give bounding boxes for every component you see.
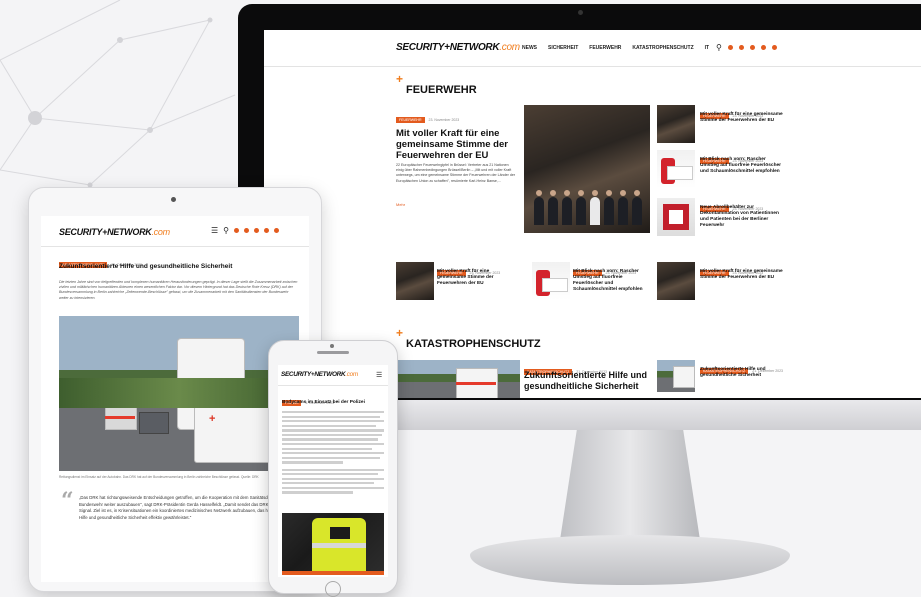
side-article-title-1[interactable]: Mit voller Kraft für eine gemeinsame Sti… [700,112,784,124]
social-icon-1[interactable] [727,45,733,50]
row-article-title-1[interactable]: Mit voller Kraft für eine gemeinsame Sti… [437,269,515,287]
kat-lead-photo[interactable] [396,360,520,398]
social-icon-3[interactable] [254,228,260,233]
tablet-article-photo: + [59,316,299,471]
lead-article-text: 22 Europäischer Feuerwehrgipfel in Brüss… [396,163,516,183]
tablet-article-title: Zukunftsorientierte Hilfe und gesundheit… [59,263,233,270]
lead-meta: FEUERWEHR 23. November 2023 [396,108,459,126]
logo-security: SECURITY [281,371,311,378]
desktop-tools: ⚲ [716,43,777,52]
social-icon-5[interactable] [274,228,280,233]
category-badge[interactable]: FEUERWEHR [396,117,425,123]
logo-tld: .com [499,42,520,53]
tablet-article-quote: „Das DRK hat richtungsweisende Entscheid… [79,495,291,520]
nav-feuerwehr[interactable]: FEUERWEHR [589,45,621,51]
kat-side-thumb[interactable] [657,360,695,392]
side-thumb-3[interactable] [657,198,695,236]
monitor-camera [578,10,583,15]
section-title-katastrophenschutz: KATASTROPHENSCHUTZ [406,338,541,350]
social-icon-4[interactable] [760,45,766,50]
row-thumb-2[interactable] [532,262,570,300]
phone-article-body [282,411,384,496]
side-thumb-2[interactable] [657,150,695,188]
tablet-logo[interactable]: SECURITY+NETWORK.com [59,227,170,237]
phone-header: SECURITY+NETWORK.com ☰ [278,365,388,386]
logo-security: SECURITY [59,227,103,237]
desktop-header: SECURITY+NETWORK.com NEWS SICHERHEIT FEU… [264,30,921,67]
smartphone-device: SECURITY+NETWORK.com ☰ POLIZEI 4. Dezembe… [268,340,398,597]
social-icon-1[interactable] [234,228,240,233]
phone-speaker [317,351,349,354]
phone-screen: SECURITY+NETWORK.com ☰ POLIZEI 4. Dezembe… [278,365,388,577]
logo-security: SECURITY [396,42,445,53]
kat-side-title[interactable]: Zukunftsorientierte Hilfe und gesundheit… [700,367,784,379]
phone-logo[interactable]: SECURITY+NETWORK.com [281,371,358,378]
nav-it[interactable]: IT [705,45,709,51]
social-icon-4[interactable] [264,228,270,233]
row-thumb-3[interactable] [657,262,695,300]
section-title-feuerwehr: FEUERWEHR [406,84,477,96]
desktop-nav: NEWS SICHERHEIT FEUERWEHR KATASTROPHENSC… [522,45,709,51]
phone-camera [330,344,334,348]
logo-network: NETWORK [314,371,346,378]
social-icon-3[interactable] [749,45,755,50]
desktop-logo[interactable]: SECURITY+NETWORK.com [396,42,520,53]
nav-news[interactable]: NEWS [522,45,537,51]
nav-katastrophenschutz[interactable]: KATASTROPHENSCHUTZ [632,45,693,51]
section-plus-icon: + [396,72,404,86]
read-more-link[interactable]: Mehr [396,202,405,207]
monitor-stand [560,430,700,540]
side-article-title-3[interactable]: Neue Abrollbehälter zur Dekontamination … [700,205,784,229]
phone-article-photo [282,513,384,575]
search-icon[interactable]: ⚲ [716,43,722,52]
tablet-tools: ☰ ⚲ [211,226,280,235]
logo-tld: .com [345,371,358,378]
tablet-header: SECURITY+NETWORK.com ☰ ⚲ [41,216,309,247]
kat-lead-title[interactable]: Zukunftsorientierte Hilfe und gesundheit… [524,370,654,392]
lead-article-title[interactable]: Mit voller Kraft für eine gemeinsame Sti… [396,128,516,161]
social-icon-2[interactable] [244,228,250,233]
tablet-photo-caption: Rettungsdienst im Einsatz auf der Autoba… [59,475,259,479]
menu-icon[interactable]: ☰ [376,371,382,379]
social-icon-2[interactable] [738,45,744,50]
logo-tld: .com [151,227,170,237]
lead-photo-firefighters[interactable] [524,105,650,233]
menu-icon[interactable]: ☰ [211,226,218,235]
nav-sicherheit[interactable]: SICHERHEIT [548,45,578,51]
quote-icon: “ [61,488,74,514]
social-icon-5[interactable] [771,45,777,50]
row-article-title-3[interactable]: Mit voller Kraft für eine gemeinsame Sti… [700,269,784,281]
phone-article-title: Bodycams im Einsatz bei der Polizei [282,400,365,405]
section-plus-icon: + [396,326,404,340]
article-date: 23. November 2023 [428,118,460,122]
row-article-title-2[interactable]: Mit Blick nach vorn: Rascher Umstieg auf… [573,269,651,293]
side-article-title-2[interactable]: Mit Blick nach vorn: Rascher Umstieg auf… [700,157,784,175]
tablet-article-excerpt: Die letzten Jahre sind von tiefgreifende… [59,280,298,300]
tablet-camera [171,197,176,202]
logo-network: NETWORK [449,42,500,53]
logo-network: NETWORK [107,227,152,237]
side-thumb-1[interactable] [657,105,695,143]
search-icon[interactable]: ⚲ [223,226,229,235]
row-thumb-1[interactable] [396,262,434,300]
